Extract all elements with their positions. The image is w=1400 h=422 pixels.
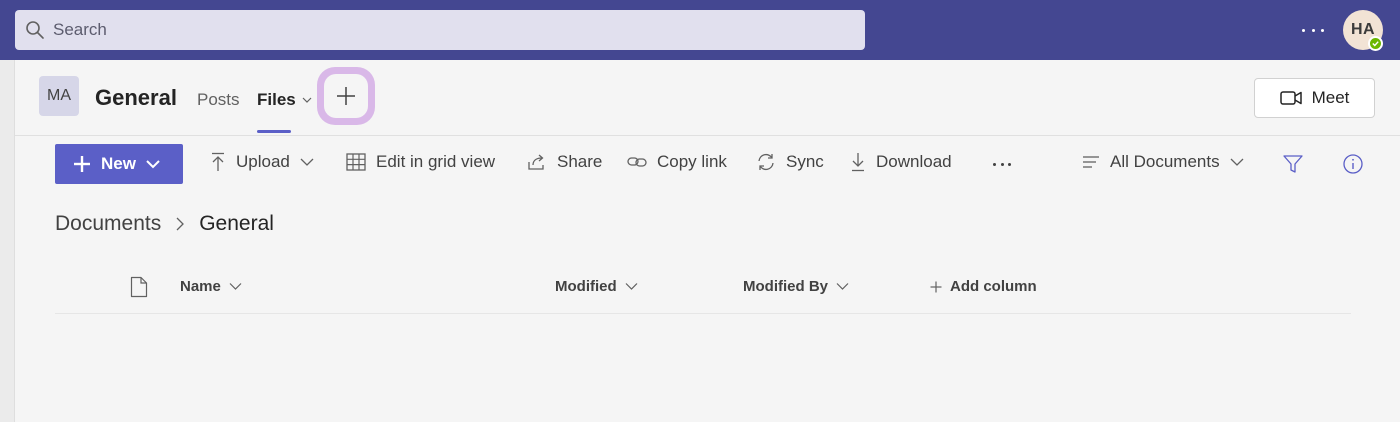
plus-icon (337, 87, 355, 105)
sync-button[interactable]: Sync (756, 152, 824, 172)
column-name[interactable]: Name (180, 278, 242, 295)
column-modified-by[interactable]: Modified By (743, 278, 849, 295)
share-icon (528, 154, 544, 170)
chevron-down-icon (300, 158, 314, 166)
chevron-down-icon (302, 97, 312, 103)
filter-icon[interactable] (1282, 153, 1304, 175)
search-icon (26, 21, 44, 39)
left-rail (0, 60, 15, 422)
chevron-down-icon (1230, 158, 1244, 166)
presence-available-icon (1368, 36, 1383, 51)
add-tab-button[interactable] (317, 67, 375, 125)
add-column-button[interactable]: Add column (930, 278, 1037, 295)
link-icon (627, 157, 647, 167)
tab-files[interactable]: Files (257, 90, 312, 110)
breadcrumb-documents[interactable]: Documents (55, 212, 161, 236)
column-modified[interactable]: Modified (555, 278, 638, 295)
edit-grid-view-button[interactable]: Edit in grid view (346, 152, 495, 172)
download-label: Download (876, 152, 952, 171)
tab-files-label: Files (257, 90, 296, 109)
breadcrumb-current: General (199, 212, 274, 235)
breadcrumb: Documents General (55, 212, 274, 236)
chevron-down-icon (229, 283, 242, 290)
channel-title: General (95, 85, 177, 110)
command-bar: New Upload Edit in grid view Share Copy … (15, 136, 1400, 192)
search-input[interactable]: Search (15, 10, 865, 50)
download-icon (852, 153, 864, 172)
meet-label: Meet (1311, 88, 1350, 107)
new-button[interactable]: New (55, 144, 183, 184)
upload-button[interactable]: Upload (210, 152, 314, 172)
search-placeholder: Search (53, 20, 107, 39)
copy-link-button[interactable]: Copy link (627, 152, 727, 172)
info-icon[interactable] (1342, 153, 1364, 175)
more-commands-icon[interactable] (993, 163, 1011, 167)
view-label: All Documents (1110, 152, 1220, 171)
plus-icon (74, 156, 90, 172)
team-avatar: MA (39, 76, 79, 116)
upload-label: Upload (236, 152, 290, 171)
meet-button[interactable]: Meet (1254, 78, 1375, 118)
upload-icon (212, 152, 224, 171)
download-button[interactable]: Download (850, 152, 952, 172)
file-type-icon[interactable] (130, 276, 148, 298)
tab-posts[interactable]: Posts (197, 90, 240, 110)
channel-header: MA General Posts Files Meet (15, 60, 1400, 136)
column-name-label: Name (180, 278, 221, 295)
new-label: New (101, 154, 136, 173)
grid-icon (346, 153, 366, 171)
video-camera-icon (1279, 91, 1302, 105)
active-tab-indicator (257, 130, 291, 133)
plus-icon (930, 281, 942, 292)
top-bar: Search HA (0, 0, 1400, 60)
column-header-row: Name Modified Modified By Add column (55, 262, 1351, 314)
view-selector[interactable]: All Documents (1082, 152, 1244, 172)
chevron-down-icon (146, 160, 160, 169)
more-options-icon[interactable] (1302, 20, 1324, 40)
chevron-right-icon (176, 217, 185, 231)
sync-label: Sync (786, 152, 824, 171)
share-button[interactable]: Share (527, 152, 602, 172)
copy-link-label: Copy link (657, 152, 727, 171)
edit-grid-view-label: Edit in grid view (376, 152, 496, 171)
column-modified-label: Modified (555, 278, 617, 295)
share-label: Share (557, 152, 603, 171)
sync-icon (758, 153, 774, 171)
column-modified-by-label: Modified By (743, 278, 828, 295)
list-view-icon (1083, 156, 1099, 168)
chevron-down-icon (625, 283, 638, 290)
chevron-down-icon (836, 283, 849, 290)
add-column-label: Add column (950, 278, 1037, 295)
